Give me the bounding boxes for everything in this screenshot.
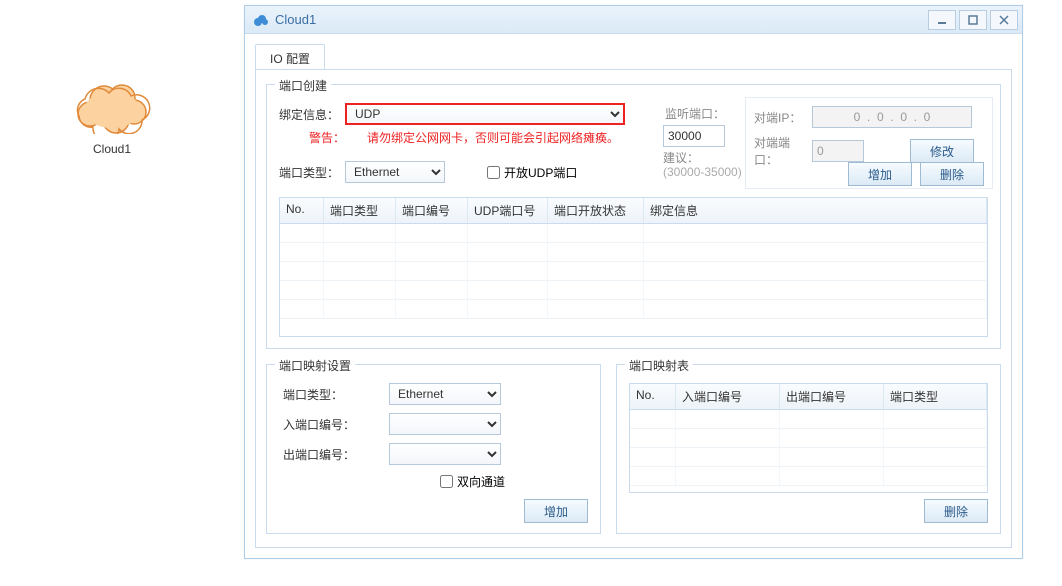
- open-udp-checkbox-input[interactable]: [487, 166, 500, 179]
- th-no[interactable]: No.: [280, 198, 324, 223]
- port-type-select[interactable]: Ethernet: [345, 161, 445, 183]
- pms-port-type-select[interactable]: Ethernet: [389, 383, 501, 405]
- th-udp-port[interactable]: UDP端口号: [468, 198, 548, 223]
- th-open-state[interactable]: 端口开放状态: [548, 198, 644, 223]
- th-port-type[interactable]: 端口类型: [884, 384, 987, 409]
- cloud-node[interactable]: Cloud1: [72, 78, 152, 156]
- tab-io-config[interactable]: IO 配置: [255, 44, 325, 70]
- delete-button[interactable]: 删除: [920, 162, 984, 186]
- th-no[interactable]: No.: [630, 384, 676, 409]
- cloud-node-label: Cloud1: [72, 142, 152, 156]
- pms-in-idx-label: 入端口编号：: [283, 416, 383, 433]
- port-map-table[interactable]: No. 入端口编号 出端口编号 端口类型: [629, 383, 988, 493]
- bind-info-label: 绑定信息：: [279, 106, 339, 123]
- bind-info-select[interactable]: UDP: [345, 103, 625, 125]
- titlebar[interactable]: Cloud1: [245, 6, 1022, 34]
- group-port-create: 端口创建 绑定信息： UDP 监听端口： 建议：: [266, 84, 1001, 349]
- th-bind-info[interactable]: 绑定信息: [644, 198, 987, 223]
- suggestion-range: (30000-35000): [663, 165, 742, 179]
- cloud-app-icon: [253, 12, 269, 28]
- modify-button[interactable]: 修改: [910, 139, 974, 163]
- peer-ip-label: 对端IP：: [754, 109, 806, 126]
- group-legend: 端口映射表: [625, 357, 693, 374]
- pms-in-idx-select[interactable]: [389, 413, 501, 435]
- peer-ip-input: [812, 106, 972, 128]
- close-button[interactable]: [990, 10, 1018, 30]
- th-port-idx[interactable]: 端口编号: [396, 198, 468, 223]
- pms-bidir-checkbox[interactable]: 双向通道: [440, 473, 505, 490]
- port-table[interactable]: No. 端口类型 端口编号 UDP端口号 端口开放状态 绑定信息: [279, 197, 988, 337]
- listen-port-label: 监听端口：: [665, 105, 725, 122]
- pmt-delete-button[interactable]: 删除: [924, 499, 988, 523]
- pms-add-button[interactable]: 增加: [524, 499, 588, 523]
- maximize-button[interactable]: [959, 10, 987, 30]
- port-type-label: 端口类型：: [279, 164, 339, 181]
- peer-port-input: [812, 140, 864, 162]
- config-panel: 端口创建 绑定信息： UDP 监听端口： 建议：: [255, 69, 1012, 548]
- pms-out-idx-select[interactable]: [389, 443, 501, 465]
- warning-text: 请勿绑定公网网卡，否则可能会引起网络瘫痪。: [367, 129, 619, 146]
- pms-out-idx-label: 出端口编号：: [283, 446, 383, 463]
- th-in-idx[interactable]: 入端口编号: [676, 384, 780, 409]
- add-button[interactable]: 增加: [848, 162, 912, 186]
- cloud-icon: [72, 78, 152, 134]
- th-out-idx[interactable]: 出端口编号: [780, 384, 884, 409]
- th-port-type[interactable]: 端口类型: [324, 198, 396, 223]
- suggestion-label: 建议：: [663, 149, 699, 166]
- listen-port-input[interactable]: [663, 125, 725, 147]
- window-title: Cloud1: [275, 12, 928, 27]
- config-window: Cloud1 IO 配置 端口创建 绑定信息： UDP: [244, 5, 1023, 559]
- group-legend: 端口映射设置: [275, 357, 355, 374]
- group-port-map-table: 端口映射表 No. 入端口编号 出端口编号 端口类型: [616, 364, 1001, 534]
- warning-label: 警告：: [309, 129, 345, 146]
- pms-port-type-label: 端口类型：: [283, 386, 383, 403]
- group-port-map-setting: 端口映射设置 端口类型： Ethernet 入端口编号： 出端口编号：: [266, 364, 601, 534]
- open-udp-checkbox[interactable]: 开放UDP端口: [487, 164, 577, 181]
- minimize-button[interactable]: [928, 10, 956, 30]
- group-legend: 端口创建: [275, 77, 331, 94]
- peer-port-label: 对端端口：: [754, 134, 806, 168]
